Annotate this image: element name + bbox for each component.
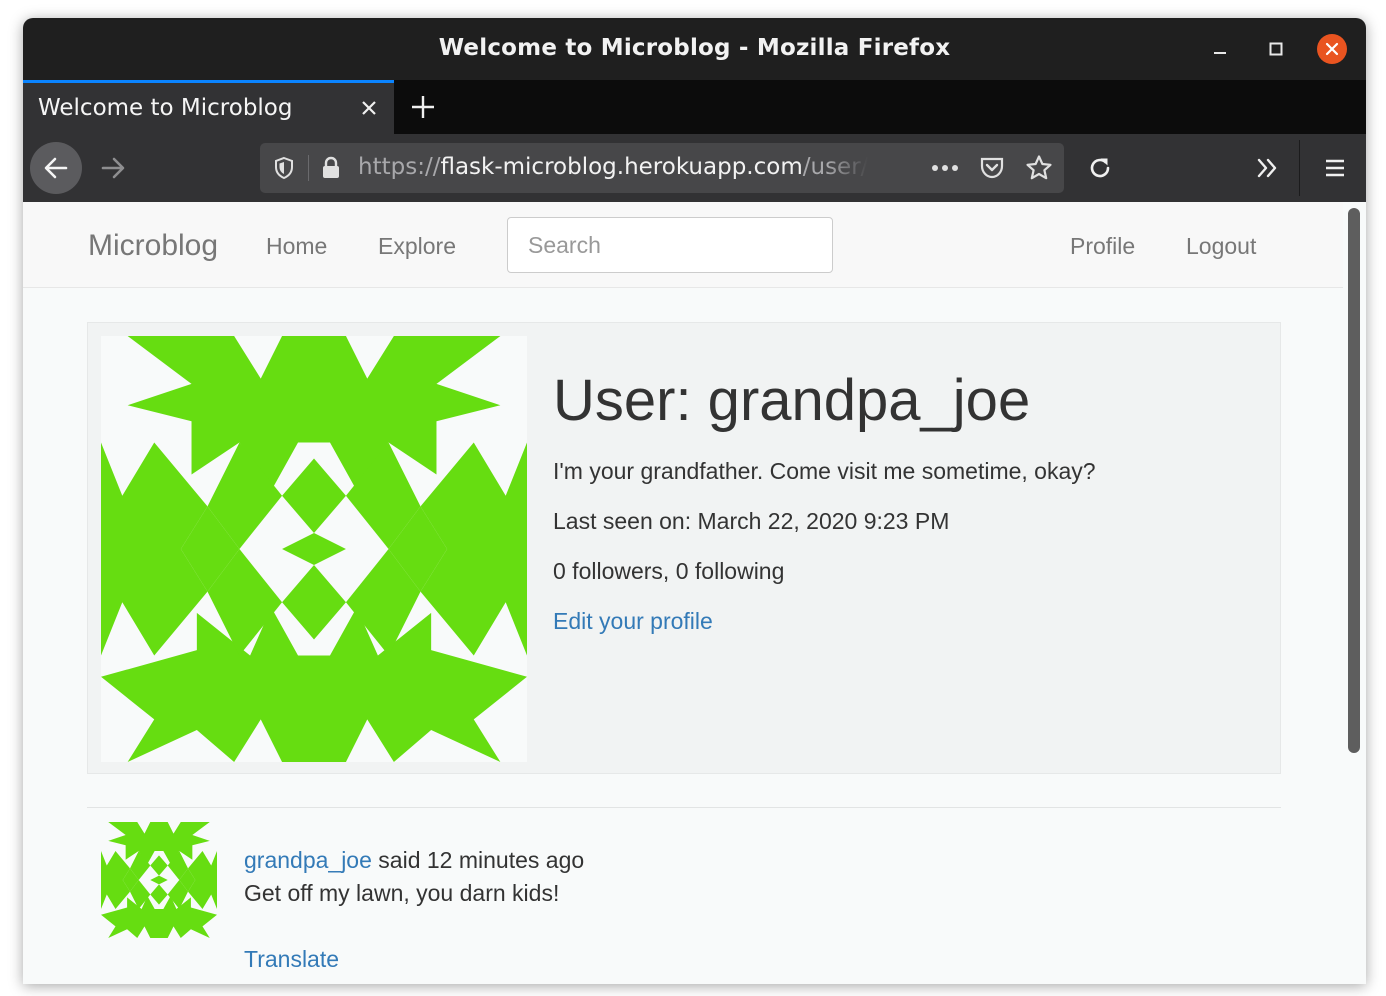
lock-icon[interactable] xyxy=(316,153,346,183)
plus-icon xyxy=(412,96,434,118)
nav-logout-link[interactable]: Logout xyxy=(1186,233,1256,260)
nav-home-link[interactable]: Home xyxy=(266,233,327,260)
firefox-window: Welcome to Microblog - Mozilla Firefox W… xyxy=(23,18,1366,984)
url-bar[interactable]: https://flask-microblog.herokuapp.com/us… xyxy=(260,143,1064,193)
back-button[interactable] xyxy=(30,142,82,194)
post-author-link[interactable]: grandpa_joe xyxy=(244,847,372,873)
last-seen: Last seen on: March 22, 2020 9:23 PM xyxy=(553,508,950,534)
new-tab-button[interactable] xyxy=(406,90,440,124)
maximize-button[interactable] xyxy=(1261,34,1291,64)
post-header: grandpa_joe said 12 minutes ago xyxy=(244,847,584,874)
tab-welcome[interactable]: Welcome to Microblog xyxy=(23,80,394,134)
page-title: User: grandpa_joe xyxy=(553,368,1031,433)
site-navbar: Microblog Home Explore Profile Logout xyxy=(23,202,1343,288)
app-menu-button[interactable] xyxy=(1315,148,1355,188)
url-separator xyxy=(308,155,309,181)
search-input[interactable] xyxy=(507,217,833,273)
edit-profile-link[interactable]: Edit your profile xyxy=(553,608,713,635)
hamburger-icon xyxy=(1326,159,1344,177)
arrow-right-icon xyxy=(101,157,125,179)
close-window-button[interactable] xyxy=(1317,34,1347,64)
shield-icon[interactable] xyxy=(269,153,299,183)
reload-icon xyxy=(1090,158,1110,178)
minimize-button[interactable] xyxy=(1205,34,1235,64)
post-time: said 12 minutes ago xyxy=(371,847,585,873)
post-body: Get off my lawn, you darn kids! xyxy=(244,880,560,906)
pocket-icon[interactable] xyxy=(977,153,1007,183)
tab-close-button[interactable] xyxy=(356,95,382,121)
reload-button[interactable] xyxy=(1080,148,1120,188)
nav-profile-link[interactable]: Profile xyxy=(1070,233,1135,260)
post-avatar[interactable] xyxy=(101,822,217,938)
page-viewport: Microblog Home Explore Profile Logout Us… xyxy=(23,202,1366,984)
arrow-left-icon xyxy=(44,157,68,179)
close-icon xyxy=(1325,42,1339,56)
tab-label: Welcome to Microblog xyxy=(38,95,293,121)
url-text[interactable]: https://flask-microblog.herokuapp.com/us… xyxy=(358,154,868,180)
brand-link[interactable]: Microblog xyxy=(88,229,218,263)
browser-toolbar: https://flask-microblog.herokuapp.com/us… xyxy=(23,134,1366,202)
nav-explore-link[interactable]: Explore xyxy=(378,233,456,260)
about-me: I'm your grandfather. Come visit me some… xyxy=(553,458,1096,484)
star-icon[interactable] xyxy=(1024,153,1054,183)
profile-card: User: grandpa_joe I'm your grandfather. … xyxy=(87,322,1281,774)
close-icon xyxy=(362,101,376,115)
ellipsis-icon[interactable] xyxy=(930,153,960,183)
window-title: Welcome to Microblog - Mozilla Firefox xyxy=(438,35,951,61)
avatar xyxy=(101,336,527,762)
follow-counts: 0 followers, 0 following xyxy=(553,558,785,584)
forward-button[interactable] xyxy=(93,148,133,188)
toolbar-separator xyxy=(1299,140,1300,196)
double-chevron-icon xyxy=(1257,158,1277,178)
maximize-icon xyxy=(1269,42,1283,56)
tab-strip: Welcome to Microblog xyxy=(23,80,1366,134)
page-scrollbar[interactable] xyxy=(1348,208,1360,753)
post-divider xyxy=(87,807,1281,808)
minimize-icon xyxy=(1214,52,1226,54)
translate-link[interactable]: Translate xyxy=(244,946,339,973)
title-bar: Welcome to Microblog - Mozilla Firefox xyxy=(23,18,1366,80)
overflow-menu-button[interactable] xyxy=(1247,148,1287,188)
